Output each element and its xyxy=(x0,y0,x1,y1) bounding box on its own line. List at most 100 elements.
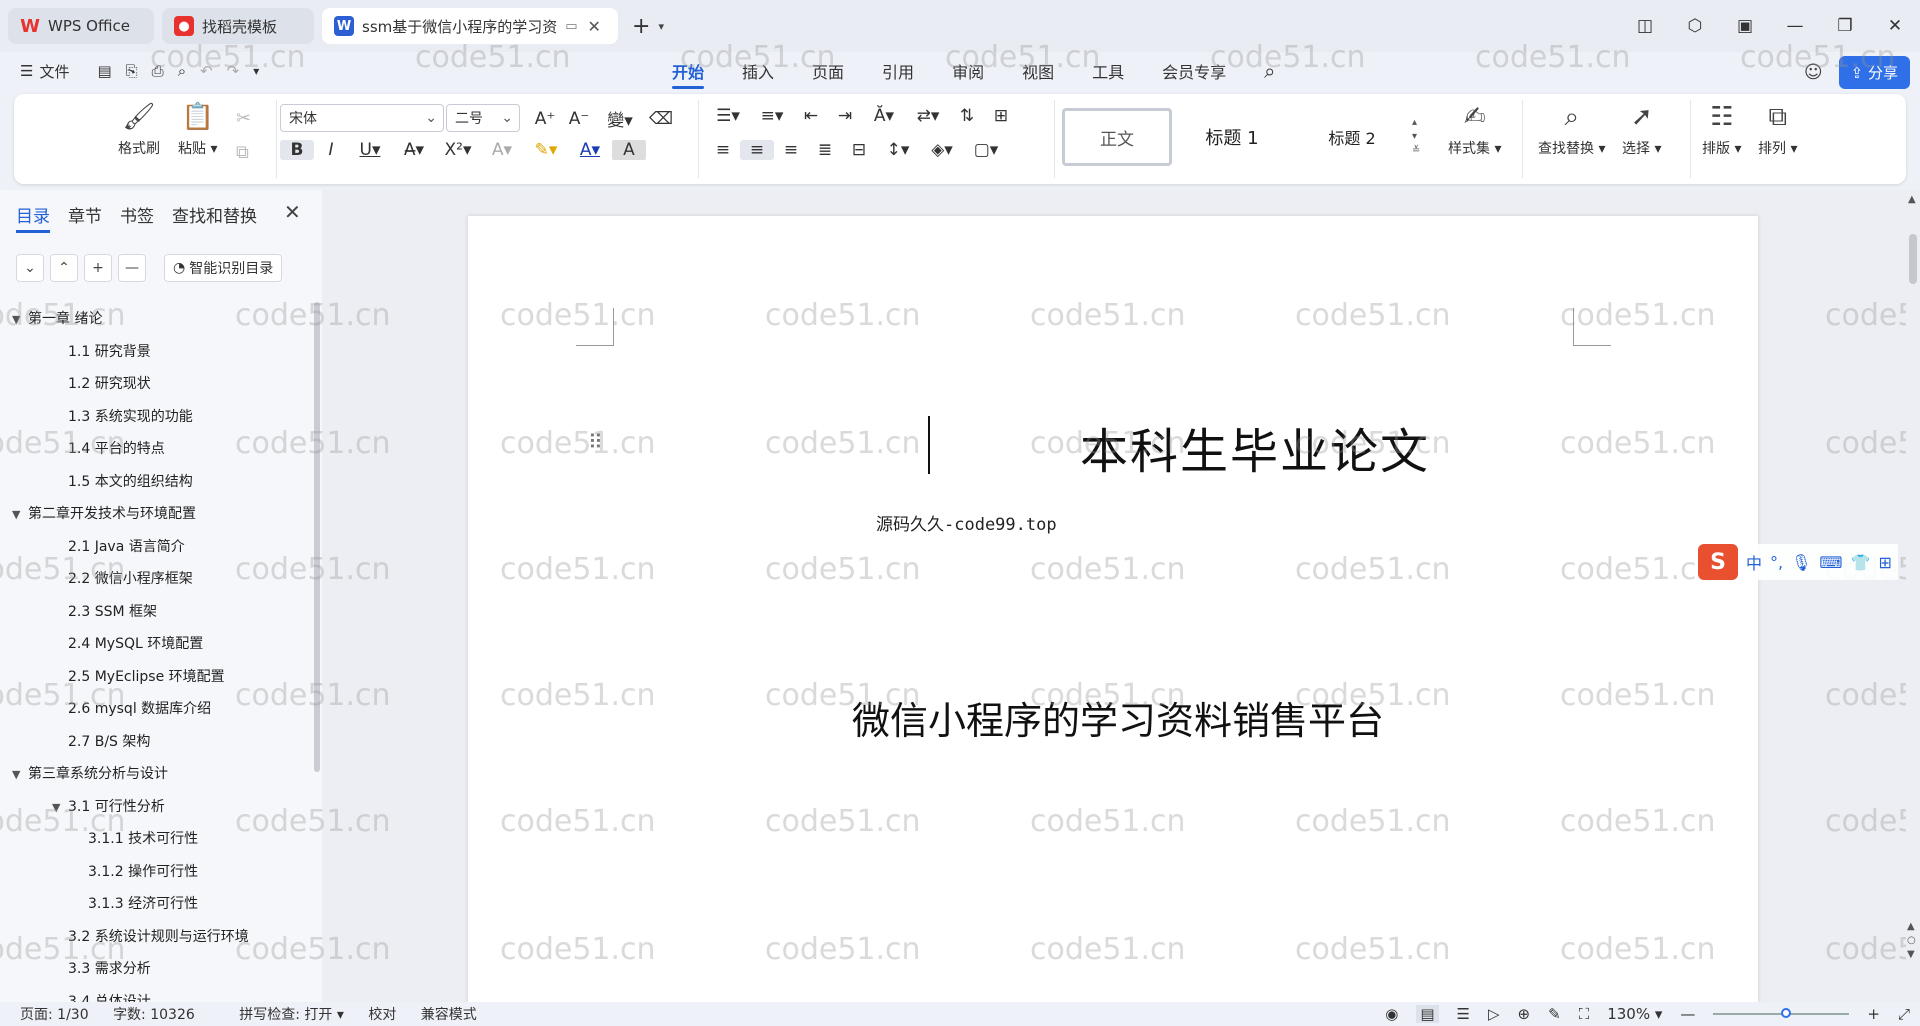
expand-down-icon[interactable]: ⌄ xyxy=(16,254,44,282)
toc-item[interactable]: 2.3 SSM 框架 xyxy=(68,601,157,621)
expand-arrow-icon[interactable]: ▼ xyxy=(12,508,28,521)
nav-tab-bookmarks[interactable]: 书签 xyxy=(120,202,154,227)
save-icon[interactable]: ▤ xyxy=(97,62,111,80)
text-direction-icon[interactable]: Ă▾ xyxy=(862,106,906,126)
outline-view-icon[interactable]: ☰ xyxy=(1457,1005,1470,1023)
shading-icon[interactable]: ◈▾ xyxy=(920,140,964,160)
print-preview-icon[interactable]: ⌕ xyxy=(178,62,186,80)
minimize-button[interactable]: — xyxy=(1770,16,1820,36)
collapse-up-icon[interactable]: ⌃ xyxy=(50,254,78,282)
pen-icon[interactable]: ✎ xyxy=(1548,1005,1561,1023)
page-view-icon[interactable]: ▤ xyxy=(1416,1005,1439,1023)
word-count[interactable]: 字数: 10326 xyxy=(113,1007,195,1023)
play-icon[interactable]: ▷ xyxy=(1488,1005,1500,1023)
sort-icon[interactable]: ⇅ xyxy=(950,106,984,126)
scroll-thumb[interactable] xyxy=(1909,234,1917,284)
sogou-logo-icon[interactable]: S xyxy=(1698,544,1738,580)
web-view-icon[interactable]: ⊕ xyxy=(1518,1005,1531,1023)
char-shading-button[interactable]: A xyxy=(612,140,646,160)
chat-icon[interactable]: ☺ xyxy=(1804,62,1823,83)
toc-item[interactable]: 3.4 总体设计 xyxy=(68,991,151,1003)
eye-protect-icon[interactable]: ◉ xyxy=(1385,1005,1398,1023)
cube-icon[interactable]: ⬡ xyxy=(1670,16,1720,36)
zoom-slider[interactable] xyxy=(1713,1008,1850,1018)
toc-item[interactable]: ▼ 第三章系统分析与设计 xyxy=(12,763,168,783)
nav-tab-chapters[interactable]: 章节 xyxy=(68,202,102,227)
tab-docer-templates[interactable]: ● 找稻壳模板 xyxy=(162,8,314,44)
expand-arrow-icon[interactable]: ▼ xyxy=(12,313,28,326)
ime-mode[interactable]: 中 xyxy=(1746,550,1762,574)
align-center-icon[interactable]: ≡ xyxy=(740,140,774,160)
undo-icon[interactable]: ↶ xyxy=(200,62,213,80)
toc-item[interactable]: 2.7 B/S 架构 xyxy=(68,731,150,751)
quick-access-chevron-icon[interactable]: ▾ xyxy=(253,64,259,78)
toc-item[interactable]: 2.5 MyEclipse 环境配置 xyxy=(68,666,225,686)
spellcheck-toggle[interactable]: 拼写检查: 打开 ▾ xyxy=(219,1007,344,1023)
font-size-select[interactable]: 二号 ⌄ xyxy=(446,104,520,132)
toc-item[interactable]: 3.2 系统设计规则与运行环境 xyxy=(68,926,249,946)
find-replace-button[interactable]: ⌕ 查找替换 ▾ xyxy=(1538,102,1605,158)
toc-item[interactable]: 3.3 需求分析 xyxy=(68,958,151,978)
tab-current-document[interactable]: W ssm基于微信小程序的学习资 ▭ ✕ xyxy=(322,8,618,44)
tab-list-chevron-icon[interactable]: ▾ xyxy=(658,20,664,33)
toc-item[interactable]: 3.1.1 技术可行性 xyxy=(88,828,198,848)
document-heading[interactable]: 本科生毕业论文 xyxy=(930,412,1430,482)
nav-tab-find-replace[interactable]: 查找和替换 xyxy=(172,202,257,227)
distribute-icon[interactable]: ⊟ xyxy=(842,140,876,160)
expand-arrow-icon[interactable]: ▼ xyxy=(52,801,68,814)
shrink-font-icon[interactable]: A⁻ xyxy=(562,109,596,129)
select-button[interactable]: ➚ 选择 ▾ xyxy=(1622,102,1661,158)
drag-handle-icon[interactable]: ⠿ xyxy=(588,430,603,454)
convert-icon[interactable]: ⇄▾ xyxy=(906,106,950,126)
tab-page[interactable]: 页面 xyxy=(812,53,844,89)
superscript-button[interactable]: X²▾ xyxy=(436,140,480,160)
font-name-select[interactable]: 宋体 ⌄ xyxy=(280,104,444,132)
toc-item[interactable]: 1.5 本文的组织结构 xyxy=(68,471,193,491)
avatar-icon[interactable]: ▣ xyxy=(1720,16,1770,36)
cut-icon[interactable]: ✂ xyxy=(236,108,251,129)
toc-item[interactable]: 1.4 平台的特点 xyxy=(68,438,165,458)
toc-item[interactable]: 2.6 mysql 数据库介绍 xyxy=(68,698,211,718)
clear-format-icon[interactable]: ⌫ xyxy=(644,109,678,129)
file-menu[interactable]: 文件 xyxy=(39,61,69,82)
justify-icon[interactable]: ≣ xyxy=(808,140,842,160)
export-icon[interactable]: ⎘ xyxy=(126,62,138,80)
toc-item[interactable]: 3.1.2 操作可行性 xyxy=(88,861,198,881)
toc-item[interactable]: ▼ 第二章开发技术与环境配置 xyxy=(12,503,196,523)
tab-tools[interactable]: 工具 xyxy=(1092,53,1124,89)
document-subtitle[interactable]: 微信小程序的学习资料销售平台 xyxy=(468,690,1758,745)
add-level-icon[interactable]: + xyxy=(84,254,112,282)
bold-button[interactable]: B xyxy=(280,140,314,160)
scroll-up-icon[interactable]: ▲ xyxy=(1908,194,1916,205)
toc-item[interactable]: 1.3 系统实现的功能 xyxy=(68,406,193,426)
share-button[interactable]: ⇪ 分享 xyxy=(1838,56,1910,89)
align-left-icon[interactable]: ≡ xyxy=(706,140,740,160)
bullets-icon[interactable]: ☰▾ xyxy=(706,106,750,126)
zoom-in-icon[interactable]: + xyxy=(1867,1005,1880,1023)
smart-toc-button[interactable]: ◔ 智能识别目录 xyxy=(164,254,283,282)
zoom-slider-knob[interactable] xyxy=(1781,1008,1792,1018)
search-icon[interactable]: ⌕ xyxy=(1264,53,1275,89)
toc-item[interactable]: ▼ 第一章 绪论 xyxy=(12,308,102,328)
styles-scroll[interactable]: ▴ ▾ ≚ xyxy=(1412,116,1420,158)
tab-wps-office[interactable]: W WPS Office xyxy=(8,8,154,44)
keyboard-icon[interactable]: ⌨ xyxy=(1819,553,1842,572)
text-effect-button[interactable]: A▾ xyxy=(480,140,524,160)
italic-button[interactable]: I xyxy=(314,140,348,160)
strikethrough-button[interactable]: A̶▾ xyxy=(392,140,436,160)
toc-item[interactable]: 1.2 研究现状 xyxy=(68,373,151,393)
close-tab-icon[interactable]: ✕ xyxy=(588,17,601,36)
toc-item[interactable]: 1.1 研究背景 xyxy=(68,341,151,361)
show-marks-icon[interactable]: ⊞ xyxy=(984,106,1018,126)
borders-icon[interactable]: ▢▾ xyxy=(964,140,1008,160)
page-indicator[interactable]: 页面: 1/30 xyxy=(20,1007,89,1023)
hamburger-icon[interactable]: ☰ xyxy=(20,62,33,80)
zoom-out-icon[interactable]: — xyxy=(1680,1005,1695,1023)
toc-item[interactable]: 3.1.3 经济可行性 xyxy=(88,893,198,913)
fit-page-icon[interactable]: ⛶ xyxy=(1579,1005,1590,1023)
layout-button[interactable]: ☷ 排版 ▾ xyxy=(1702,102,1741,158)
grid-icon[interactable]: ⊞ xyxy=(1878,553,1891,572)
microphone-icon[interactable]: 🎙 xyxy=(1791,553,1811,572)
numbering-icon[interactable]: ≡▾ xyxy=(750,106,794,126)
toc-item[interactable]: 2.2 微信小程序框架 xyxy=(68,568,193,588)
